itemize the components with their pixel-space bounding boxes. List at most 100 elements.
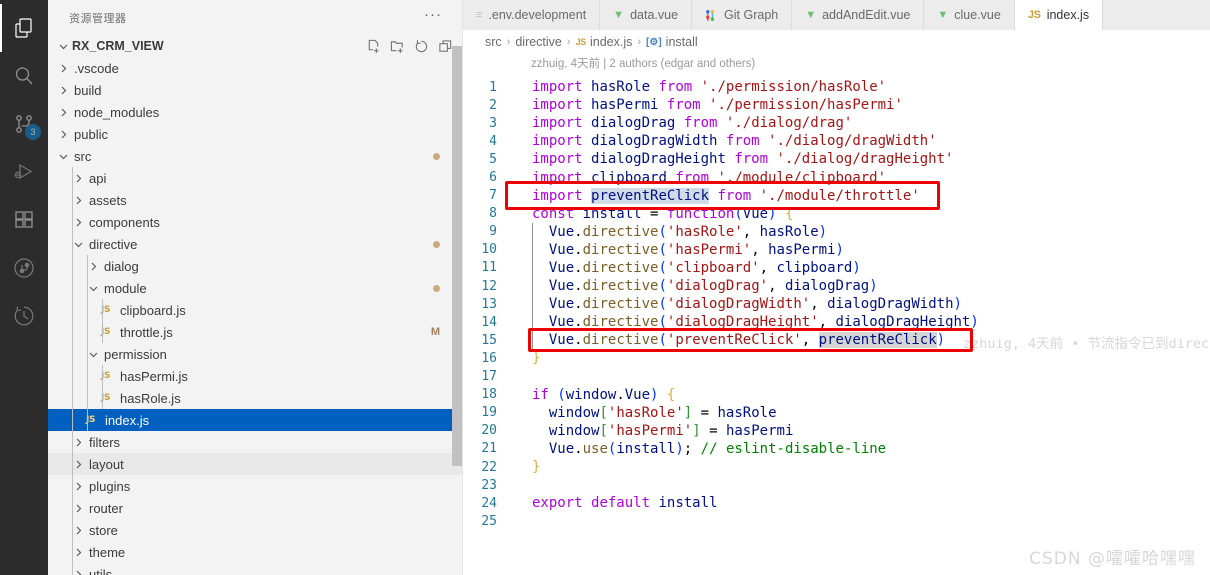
refresh-icon[interactable]: [414, 39, 429, 54]
new-folder-icon[interactable]: [390, 39, 405, 54]
code-line[interactable]: 21 Vue.use(install); // eslint-disable-l…: [463, 440, 1210, 458]
activity-item-source-control[interactable]: 3: [0, 100, 48, 148]
code-line[interactable]: 18 if (window.Vue) {: [463, 386, 1210, 404]
explorer-sidebar: 资源管理器 ··· RX_CRM_VIEW .vscode build node…: [48, 0, 463, 575]
tree-item-directive[interactable]: directive: [48, 233, 462, 255]
code-line[interactable]: 10 Vue.directive('hasPermi', hasPermi): [463, 241, 1210, 259]
tab--env-development[interactable]: ≡ .env.development: [463, 0, 601, 30]
code-line[interactable]: 17: [463, 368, 1210, 386]
tree-item-theme[interactable]: theme: [48, 541, 462, 563]
chevron-right-icon: [86, 255, 100, 277]
code-line[interactable]: 1 import hasRole from './permission/hasRo…: [463, 78, 1210, 96]
code-line[interactable]: 6 import clipboard from './module/clipboa…: [463, 168, 1210, 186]
code-line-text: Vue.use(install); // eslint-disable-line: [548, 440, 887, 457]
activity-item-search[interactable]: [0, 52, 48, 100]
tree-item-router[interactable]: router: [48, 497, 462, 519]
js-icon: JS: [575, 37, 587, 47]
code-editor[interactable]: zzhuig, 4天前 | 2 authors (edgar and other…: [463, 54, 1210, 575]
tree-item--vscode[interactable]: .vscode: [48, 57, 462, 79]
code-line[interactable]: 9 Vue.directive('hasRole', hasRole): [463, 223, 1210, 241]
code-line[interactable]: 24 export default install: [463, 494, 1210, 512]
breadcrumb-separator-icon: ›: [637, 36, 642, 48]
collapse-all-icon[interactable]: [438, 39, 453, 54]
code-line[interactable]: 12 Vue.directive('dialogDrag', dialogDra…: [463, 277, 1210, 295]
vscode-window: 3 资源管理器 ··· RX_CRM_VIEW .vscode build no…: [0, 0, 1210, 575]
tree-item-layout[interactable]: layout: [48, 453, 462, 475]
breadcrumb-item-index-js[interactable]: JS index.js: [576, 35, 633, 49]
tree-item-build[interactable]: build: [48, 79, 462, 101]
code-line[interactable]: 4 import dialogDragWidth from './dialog/d…: [463, 132, 1210, 150]
breadcrumb-item-install[interactable]: [⚙] install: [646, 35, 698, 49]
activity-item-gitlens[interactable]: [0, 244, 48, 292]
tab-data-vue[interactable]: ▼ data.vue: [600, 0, 693, 30]
workspace-root-row[interactable]: RX_CRM_VIEW: [48, 35, 462, 57]
sidebar-scrollbar[interactable]: [452, 46, 462, 466]
extensions-icon: [12, 208, 36, 232]
line-number: 1: [489, 79, 497, 95]
code-line[interactable]: 13 Vue.directive('dialogDragWidth', dial…: [463, 295, 1210, 313]
file-tree[interactable]: .vscode build node_modules public src api asse…: [48, 57, 462, 575]
code-line[interactable]: 16}: [463, 349, 1210, 367]
line-number: 11: [481, 260, 497, 276]
tree-item-filters[interactable]: filters: [48, 431, 462, 453]
editor-tab-bar[interactable]: ≡ .env.development ▼ data.vue Git Graph ▼ addA…: [463, 0, 1210, 30]
code-line[interactable]: 2 import hasPermi from './permission/hasP…: [463, 96, 1210, 114]
tree-item-store[interactable]: store: [48, 519, 462, 541]
tree-item-hasrole-js[interactable]: JS hasRole.js: [48, 387, 462, 409]
tree-item-components[interactable]: components: [48, 211, 462, 233]
code-line[interactable]: 3 import dialogDrag from './dialog/drag': [463, 114, 1210, 132]
tree-item-assets[interactable]: assets: [48, 189, 462, 211]
line-number: 3: [489, 115, 497, 131]
run-debug-icon: [12, 160, 36, 184]
code-line[interactable]: 20 window['hasPermi'] = hasPermi: [463, 422, 1210, 440]
tree-item-plugins[interactable]: plugins: [48, 475, 462, 497]
git-status-dot: [433, 285, 440, 292]
new-file-icon[interactable]: [366, 39, 381, 54]
tree-item-clipboard-js[interactable]: JS clipboard.js: [48, 299, 462, 321]
code-line[interactable]: 7 import preventReClick from './module/th…: [463, 187, 1210, 205]
code-line[interactable]: 5 import dialogDragHeight from './dialog/…: [463, 150, 1210, 168]
tree-item-api[interactable]: api: [48, 167, 462, 189]
tree-item-label: layout: [89, 456, 124, 472]
tree-item-module[interactable]: module: [48, 277, 462, 299]
tree-item-dialog[interactable]: dialog: [48, 255, 462, 277]
tab-index-js[interactable]: JS index.js: [1014, 0, 1104, 30]
breadcrumb-item-src[interactable]: src: [485, 35, 502, 49]
code-line-text: }: [532, 459, 541, 476]
breadcrumb-item-directive[interactable]: directive: [515, 35, 562, 49]
vue-icon: ▼: [613, 8, 625, 21]
tree-item-label: hasRole.js: [120, 390, 181, 406]
tree-item-index-js[interactable]: JS index.js: [48, 409, 462, 431]
tab-addandedit-vue[interactable]: ▼ addAndEdit.vue: [792, 0, 925, 30]
more-actions-icon[interactable]: ···: [424, 7, 442, 25]
breadcrumb[interactable]: src › directive › JS index.js › [⚙] install: [463, 30, 1210, 54]
code-line[interactable]: 23: [463, 476, 1210, 494]
chevron-down-icon: [56, 145, 70, 167]
tree-item-utils[interactable]: utils: [48, 563, 462, 575]
code-line[interactable]: 19 window['hasRole'] = hasRole: [463, 404, 1210, 422]
tab-git-graph[interactable]: Git Graph: [692, 0, 793, 30]
tree-item-permission[interactable]: permission: [48, 343, 462, 365]
line-number: 13: [481, 296, 497, 312]
code-line-text: Vue.directive('dialogDragWidth', dialogD…: [548, 296, 962, 313]
tree-item-src[interactable]: src: [48, 145, 462, 167]
tree-item-throttle-js[interactable]: JS throttle.js M: [48, 321, 462, 343]
tree-item-label: assets: [89, 192, 127, 208]
activity-item-explorer[interactable]: [0, 4, 48, 52]
line-number: 18: [481, 387, 497, 403]
code-line[interactable]: 22}: [463, 458, 1210, 476]
chevron-right-icon: [56, 101, 70, 123]
code-line[interactable]: 11 Vue.directive('clipboard', clipboard): [463, 259, 1210, 277]
gitlens-icon: [12, 256, 36, 280]
tree-item-haspermi-js[interactable]: JS hasPermi.js: [48, 365, 462, 387]
activity-item-run-debug[interactable]: [0, 148, 48, 196]
activity-item-timeline[interactable]: [0, 292, 48, 340]
tab-clue-vue[interactable]: ▼ clue.vue: [924, 0, 1015, 30]
line-number: 21: [481, 441, 497, 457]
activity-item-extensions[interactable]: [0, 196, 48, 244]
tree-item-public[interactable]: public: [48, 123, 462, 145]
tree-item-node-modules[interactable]: node_modules: [48, 101, 462, 123]
code-line[interactable]: 25: [463, 512, 1210, 530]
code-line[interactable]: 14 Vue.directive('dialogDragHeight', dia…: [463, 313, 1210, 331]
code-line[interactable]: 8 const install = function(Vue) {: [463, 205, 1210, 223]
